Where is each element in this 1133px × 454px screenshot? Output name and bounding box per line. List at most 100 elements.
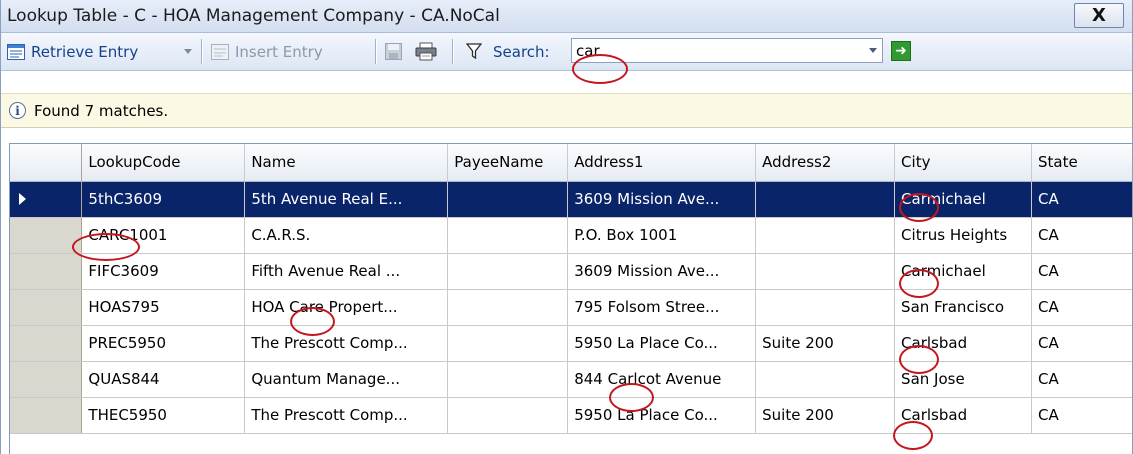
cell-state[interactable]: CA — [1031, 397, 1132, 434]
cell-name[interactable]: C.A.R.S. — [244, 217, 449, 254]
table-row[interactable]: THEC5950 The Prescott Comp... 5950 La Pl… — [10, 397, 1132, 434]
cell-state[interactable]: CA — [1031, 217, 1132, 254]
lookup-table-window: Lookup Table - C - HOA Management Compan… — [0, 0, 1133, 454]
cell-payeename[interactable] — [447, 361, 569, 398]
cell-payeename[interactable] — [447, 397, 569, 434]
cell-address2[interactable]: Suite 200 — [755, 397, 896, 434]
search-combobox[interactable] — [571, 38, 883, 63]
cell-address2[interactable] — [755, 289, 896, 326]
retrieve-dropdown-arrow[interactable] — [184, 33, 192, 70]
retrieve-entry-label: Retrieve Entry — [31, 42, 139, 61]
cell-payeename[interactable] — [447, 325, 569, 362]
table-row[interactable]: CARC1001 C.A.R.S. P.O. Box 1001 Citrus H… — [10, 217, 1132, 254]
cell-name[interactable]: The Prescott Comp... — [244, 397, 449, 434]
info-icon: i — [9, 102, 26, 119]
results-table: LookupCode Name PayeeName Address1 Addre… — [10, 144, 1132, 434]
cell-city[interactable]: Carlsbad — [894, 325, 1032, 362]
column-header-state[interactable]: State — [1031, 144, 1132, 182]
cell-address1[interactable]: P.O. Box 1001 — [567, 217, 757, 254]
chevron-down-icon — [184, 49, 192, 54]
cell-lookupcode[interactable]: FIFC3609 — [81, 253, 246, 290]
search-input[interactable] — [572, 40, 856, 61]
cell-city[interactable]: San Francisco — [894, 289, 1032, 326]
search-label-wrap: Search: — [493, 33, 550, 70]
print-button[interactable] — [415, 33, 437, 70]
cell-payeename[interactable] — [447, 289, 569, 326]
insert-entry-button[interactable]: Insert Entry — [211, 33, 323, 70]
cell-lookupcode[interactable]: QUAS844 — [81, 361, 246, 398]
cell-address1[interactable]: 795 Folsom Stree... — [567, 289, 757, 326]
insert-entry-label: Insert Entry — [235, 42, 323, 61]
filter-button[interactable] — [465, 33, 483, 70]
cell-lookupcode[interactable]: 5thC3609 — [81, 181, 246, 218]
cell-lookupcode[interactable]: PREC5950 — [81, 325, 246, 362]
title-bar: Lookup Table - C - HOA Management Compan… — [1, 0, 1132, 33]
cell-payeename[interactable] — [447, 181, 569, 218]
cell-lookupcode[interactable]: HOAS795 — [81, 289, 246, 326]
cell-address2[interactable]: Suite 200 — [755, 325, 896, 362]
toolbar-separator — [452, 39, 454, 64]
cell-payeename[interactable] — [447, 253, 569, 290]
cell-city[interactable]: Carmichael — [894, 253, 1032, 290]
arrow-right-icon: ➜ — [895, 43, 907, 59]
column-header-lookupcode[interactable]: LookupCode — [81, 144, 246, 182]
row-selector[interactable] — [10, 325, 83, 362]
cell-address1[interactable]: 3609 Mission Ave... — [567, 253, 757, 290]
table-row[interactable]: HOAS795 HOA Care Propert... 795 Folsom S… — [10, 289, 1132, 326]
row-selector[interactable] — [10, 181, 83, 218]
printer-icon — [415, 42, 437, 61]
save-button[interactable] — [385, 33, 402, 70]
cell-name[interactable]: 5th Avenue Real E... — [244, 181, 449, 218]
cell-state[interactable]: CA — [1031, 361, 1132, 398]
row-selector[interactable] — [10, 397, 83, 434]
info-message: Found 7 matches. — [34, 101, 169, 120]
cell-address1[interactable]: 5950 La Place Co... — [567, 325, 757, 362]
table-row[interactable]: PREC5950 The Prescott Comp... 5950 La Pl… — [10, 325, 1132, 362]
column-header-payeename[interactable]: PayeeName — [447, 144, 569, 182]
cell-city[interactable]: Carmichael — [894, 181, 1032, 218]
cell-name[interactable]: The Prescott Comp... — [244, 325, 449, 362]
cell-address2[interactable] — [755, 253, 896, 290]
cell-city[interactable]: Carlsbad — [894, 397, 1032, 434]
filter-icon — [465, 43, 483, 60]
cell-address2[interactable] — [755, 361, 896, 398]
results-grid: LookupCode Name PayeeName Address1 Addre… — [9, 143, 1132, 454]
cell-name[interactable]: HOA Care Propert... — [244, 289, 449, 326]
cell-lookupcode[interactable]: CARC1001 — [81, 217, 246, 254]
cell-state[interactable]: CA — [1031, 325, 1132, 362]
cell-address2[interactable] — [755, 181, 896, 218]
cell-address2[interactable] — [755, 217, 896, 254]
cell-city[interactable]: San Jose — [894, 361, 1032, 398]
cell-state[interactable]: CA — [1031, 289, 1132, 326]
column-header-address2[interactable]: Address2 — [755, 144, 896, 182]
window-title: Lookup Table - C - HOA Management Compan… — [7, 6, 500, 26]
search-label: Search: — [493, 42, 550, 61]
toolbar-separator — [201, 39, 203, 64]
cell-city[interactable]: Citrus Heights — [894, 217, 1032, 254]
row-selector[interactable] — [10, 361, 83, 398]
search-go-button[interactable]: ➜ — [891, 41, 911, 61]
table-row[interactable]: 5thC3609 5th Avenue Real E... 3609 Missi… — [10, 181, 1132, 218]
retrieve-entry-button[interactable]: Retrieve Entry — [7, 33, 138, 70]
row-selector[interactable] — [10, 217, 83, 254]
cell-state[interactable]: CA — [1031, 181, 1132, 218]
cell-state[interactable]: CA — [1031, 253, 1132, 290]
toolbar: Retrieve Entry Insert Entry Search: car … — [1, 33, 1132, 71]
cell-payeename[interactable] — [447, 217, 569, 254]
close-button[interactable]: X — [1074, 3, 1124, 28]
column-header-address1[interactable]: Address1 — [567, 144, 757, 182]
cell-name[interactable]: Quantum Manage... — [244, 361, 449, 398]
header-row: LookupCode Name PayeeName Address1 Addre… — [10, 144, 1132, 182]
row-selector[interactable] — [10, 289, 83, 326]
chevron-down-icon[interactable] — [869, 48, 877, 53]
table-row[interactable]: FIFC3609 Fifth Avenue Real ... 3609 Miss… — [10, 253, 1132, 290]
cell-address1[interactable]: 5950 La Place Co... — [567, 397, 757, 434]
table-row[interactable]: QUAS844 Quantum Manage... 844 Carlcot Av… — [10, 361, 1132, 398]
cell-lookupcode[interactable]: THEC5950 — [81, 397, 246, 434]
cell-address1[interactable]: 844 Carlcot Avenue — [567, 361, 757, 398]
cell-address1[interactable]: 3609 Mission Ave... — [567, 181, 757, 218]
row-selector[interactable] — [10, 253, 83, 290]
cell-name[interactable]: Fifth Avenue Real ... — [244, 253, 449, 290]
column-header-city[interactable]: City — [894, 144, 1032, 182]
column-header-name[interactable]: Name — [244, 144, 449, 182]
